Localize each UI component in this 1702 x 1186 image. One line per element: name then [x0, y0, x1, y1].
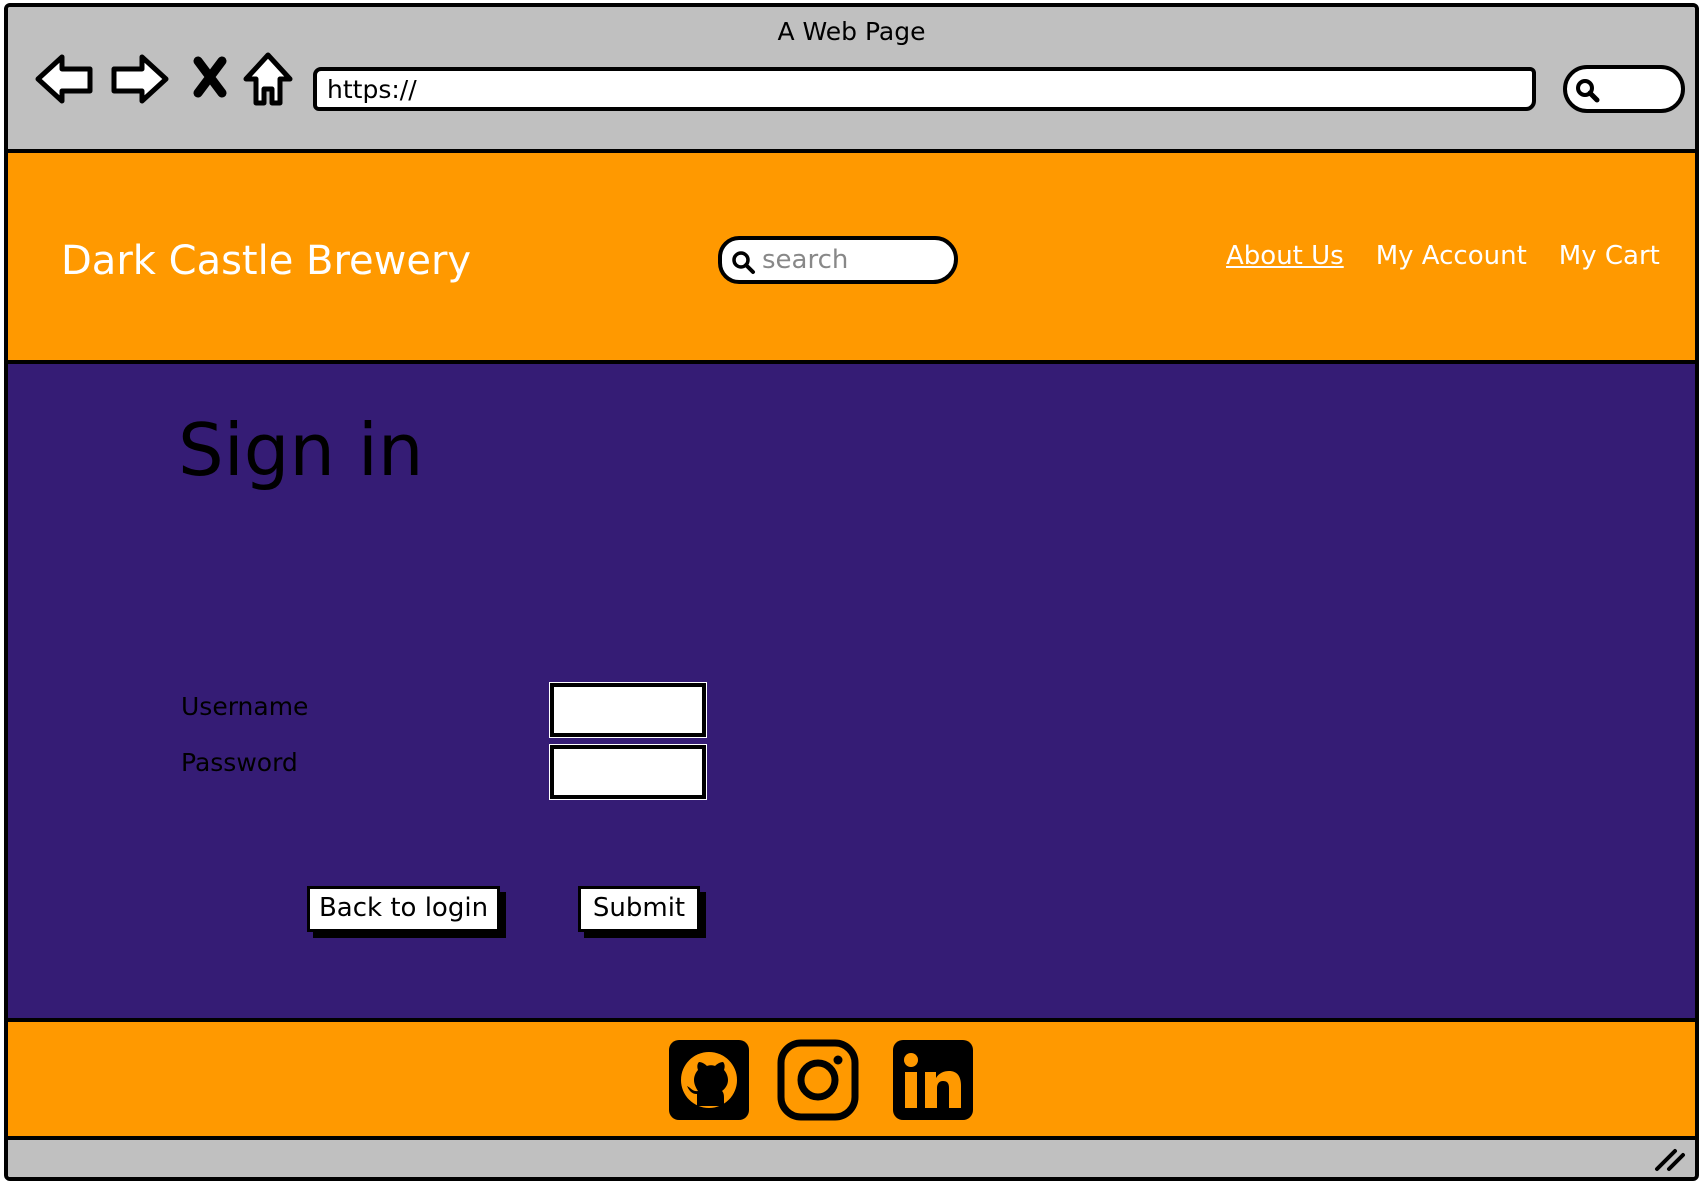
home-icon[interactable] [242, 51, 294, 107]
submit-button[interactable]: Submit [578, 886, 700, 932]
browser-chrome: A Web Page https:// [8, 7, 1695, 149]
search-icon [732, 251, 755, 274]
browser-search-field[interactable] [1563, 65, 1685, 113]
search-icon [1576, 79, 1600, 103]
browser-window: A Web Page https:// Dark Castle Brewery … [4, 3, 1699, 1181]
username-input[interactable] [550, 683, 706, 737]
forward-arrow-icon[interactable] [108, 51, 170, 107]
password-field-wrapper [549, 744, 707, 800]
main-nav: About Us My Account My Cart [1226, 241, 1660, 271]
main-content: Sign in Username Password Back to login … [8, 364, 1695, 1018]
status-bar [8, 1140, 1695, 1177]
back-to-login-button[interactable]: Back to login [307, 886, 500, 932]
nav-about-us[interactable]: About Us [1226, 241, 1344, 271]
password-label: Password [181, 748, 298, 777]
site-footer [8, 1018, 1695, 1140]
page-title: Sign in [178, 408, 424, 492]
password-input[interactable] [550, 745, 706, 799]
resize-grip-icon[interactable] [1653, 1143, 1687, 1173]
instagram-icon[interactable] [776, 1038, 860, 1122]
linkedin-icon[interactable] [891, 1038, 975, 1122]
close-icon[interactable] [192, 55, 228, 111]
url-bar[interactable]: https:// [313, 67, 1536, 111]
back-arrow-icon[interactable] [34, 51, 96, 107]
username-field-wrapper [549, 682, 707, 738]
window-title: A Web Page [777, 17, 926, 46]
site-header: Dark Castle Brewery About Us My Account … [8, 149, 1695, 364]
site-search[interactable] [718, 236, 958, 284]
github-icon[interactable] [667, 1038, 751, 1122]
search-input[interactable] [762, 245, 942, 275]
brand-logo[interactable]: Dark Castle Brewery [61, 238, 471, 284]
username-label: Username [181, 692, 309, 721]
nav-my-account[interactable]: My Account [1376, 241, 1527, 271]
nav-my-cart[interactable]: My Cart [1559, 241, 1660, 271]
